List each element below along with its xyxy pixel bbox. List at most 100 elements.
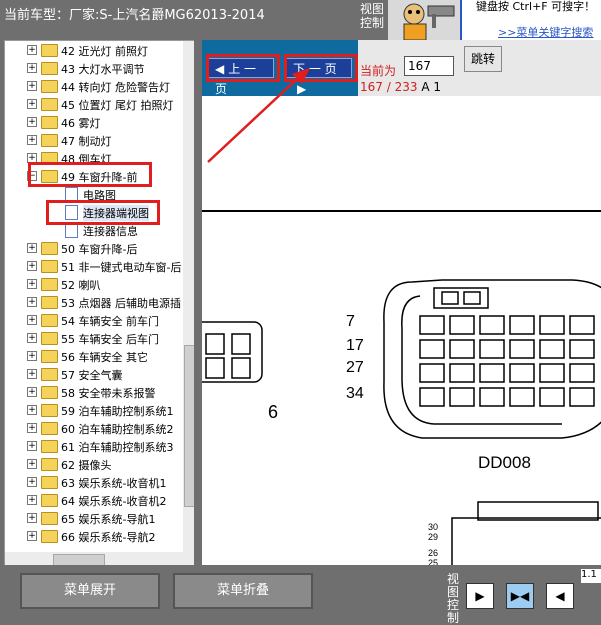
- tree-item[interactable]: +45 位置灯 尾灯 拍照灯: [5, 95, 195, 113]
- expand-icon[interactable]: +: [27, 441, 37, 451]
- expand-icon[interactable]: +: [27, 99, 37, 109]
- tree-item[interactable]: +58 安全带未系报警: [5, 383, 195, 401]
- tree-item-label: 61 泊车辅助控制系统3: [61, 441, 174, 454]
- help-text: 键盘按 Ctrl+F 可搜字！: [476, 0, 596, 13]
- tree-item[interactable]: +50 车窗升降-后: [5, 239, 195, 257]
- view-fit-both-button[interactable]: ▶◀: [506, 583, 534, 609]
- menu-search-link[interactable]: >>菜单关键字搜索: [498, 24, 593, 40]
- folder-icon: [41, 422, 58, 435]
- expand-icon[interactable]: +: [27, 369, 37, 379]
- folder-icon: [41, 350, 58, 363]
- panel-divider[interactable]: [194, 40, 202, 565]
- tree-horizontal-scrollbar[interactable]: [5, 552, 183, 566]
- bottom-pin-label: 25: [428, 558, 438, 565]
- expand-icon[interactable]: +: [27, 495, 37, 505]
- folder-icon: [41, 296, 58, 309]
- tree-item[interactable]: +66 娱乐系统-导航2: [5, 527, 195, 545]
- tree-item-label: 63 娱乐系统-收音机1: [61, 477, 167, 490]
- tree-item[interactable]: +61 泊车辅助控制系统3: [5, 437, 195, 455]
- tree-item-label: 65 娱乐系统-导航1: [61, 513, 156, 526]
- current-car-model: 当前车型：厂家:S-上汽名爵MG62013-2014: [4, 8, 265, 23]
- folder-icon: [41, 494, 58, 507]
- tree-item[interactable]: +53 点烟器 后辅助电源插: [5, 293, 195, 311]
- tree-item[interactable]: +65 娱乐系统-导航1: [5, 509, 195, 527]
- menu-expand-button[interactable]: 菜单展开: [20, 573, 160, 609]
- connector-pin: [539, 339, 565, 359]
- folder-icon: [41, 314, 58, 327]
- arrow-left-icon: ◀: [555, 589, 565, 603]
- expand-icon[interactable]: +: [27, 279, 37, 289]
- bottom-bar: 菜单展开 菜单折叠 视图控制 ▶ ▶◀ ◀ 1.1: [0, 565, 601, 625]
- expand-icon[interactable]: +: [27, 63, 37, 73]
- expand-icon[interactable]: +: [27, 513, 37, 523]
- expand-icon[interactable]: +: [27, 135, 37, 145]
- expand-icon[interactable]: +: [27, 423, 37, 433]
- tree-item[interactable]: +54 车辆安全 前车门: [5, 311, 195, 329]
- tree-item[interactable]: +47 制动灯: [5, 131, 195, 149]
- expand-icon[interactable]: +: [27, 81, 37, 91]
- annotation-box-tree-item: [28, 162, 152, 187]
- tree-item-label: 44 转向灯 危险警告灯: [61, 81, 170, 94]
- connector-pin: [569, 387, 595, 407]
- mascot-icon: [388, 0, 460, 41]
- tree-item[interactable]: +57 安全气囊: [5, 365, 195, 383]
- expand-icon[interactable]: +: [27, 315, 37, 325]
- tree-item[interactable]: +60 泊车辅助控制系统2: [5, 419, 195, 437]
- expand-icon[interactable]: +: [27, 387, 37, 397]
- connector-pin: [419, 339, 445, 359]
- expand-icon[interactable]: +: [27, 351, 37, 361]
- tree-item[interactable]: +51 非一键式电动车窗-后: [5, 257, 195, 275]
- document-icon: [65, 223, 78, 238]
- view-fit-left-button[interactable]: ◀: [546, 583, 574, 609]
- folder-icon: [41, 98, 58, 111]
- page-position: 167 / 233 A 1: [360, 80, 441, 94]
- pin-label: 34: [346, 385, 364, 402]
- tree-item[interactable]: +63 娱乐系统-收音机1: [5, 473, 195, 491]
- annotation-box-next: [284, 54, 358, 82]
- expand-icon[interactable]: +: [27, 261, 37, 271]
- folder-icon: [41, 116, 58, 129]
- tree-item-label: 62 摄像头: [61, 459, 112, 472]
- tree-item[interactable]: +44 转向灯 危险警告灯: [5, 77, 195, 95]
- tree-item[interactable]: +56 车辆安全 其它: [5, 347, 195, 365]
- connector-pin: [569, 315, 595, 335]
- expand-icon[interactable]: +: [27, 45, 37, 55]
- view-fit-right-button[interactable]: ▶: [466, 583, 494, 609]
- expand-icon[interactable]: +: [27, 333, 37, 343]
- tree-item[interactable]: +42 近光灯 前照灯: [5, 41, 195, 59]
- connector-pin: [539, 315, 565, 335]
- folder-icon: [41, 458, 58, 471]
- folder-icon: [41, 62, 58, 75]
- expand-icon[interactable]: +: [27, 531, 37, 541]
- tree-item[interactable]: +52 喇叭: [5, 275, 195, 293]
- tree-item-label: 42 近光灯 前照灯: [61, 45, 148, 58]
- connector-pin: [449, 363, 475, 383]
- tree-item[interactable]: +62 摄像头: [5, 455, 195, 473]
- current-page-label: 当前为: [360, 64, 397, 78]
- left-pin-label: 6: [268, 402, 278, 422]
- connector-name: DD008: [478, 453, 531, 472]
- folder-icon: [41, 386, 58, 399]
- tree-item[interactable]: +46 雾灯: [5, 113, 195, 131]
- expand-icon[interactable]: +: [27, 405, 37, 415]
- expand-icon[interactable]: +: [27, 477, 37, 487]
- menu-tree[interactable]: +42 近光灯 前照灯 +43 大灯水平调节 +44 转向灯 危险警告灯 +45 位置…: [4, 40, 196, 567]
- jump-button[interactable]: 跳转: [464, 46, 502, 72]
- tree-item[interactable]: +64 娱乐系统-收音机2: [5, 491, 195, 509]
- folder-icon: [41, 332, 58, 345]
- connector-pin: [479, 339, 505, 359]
- expand-icon[interactable]: +: [27, 117, 37, 127]
- connector-pin: [509, 339, 535, 359]
- expand-icon[interactable]: +: [27, 459, 37, 469]
- connector-pin: [419, 315, 445, 335]
- connector-pin: [509, 387, 535, 407]
- tree-item[interactable]: +59 泊车辅助控制系统1: [5, 401, 195, 419]
- diagram-viewer[interactable]: ◀上 一 页 下 一 页▶ 当前为 跳转 167 / 233 A 1: [202, 40, 601, 565]
- expand-icon[interactable]: +: [27, 243, 37, 253]
- tree-item-label: 57 安全气囊: [61, 369, 123, 382]
- tree-item[interactable]: +55 车辆安全 后车门: [5, 329, 195, 347]
- page-number-input[interactable]: [404, 56, 454, 76]
- menu-collapse-button[interactable]: 菜单折叠: [173, 573, 313, 609]
- tree-item[interactable]: +43 大灯水平调节: [5, 59, 195, 77]
- expand-icon[interactable]: +: [27, 297, 37, 307]
